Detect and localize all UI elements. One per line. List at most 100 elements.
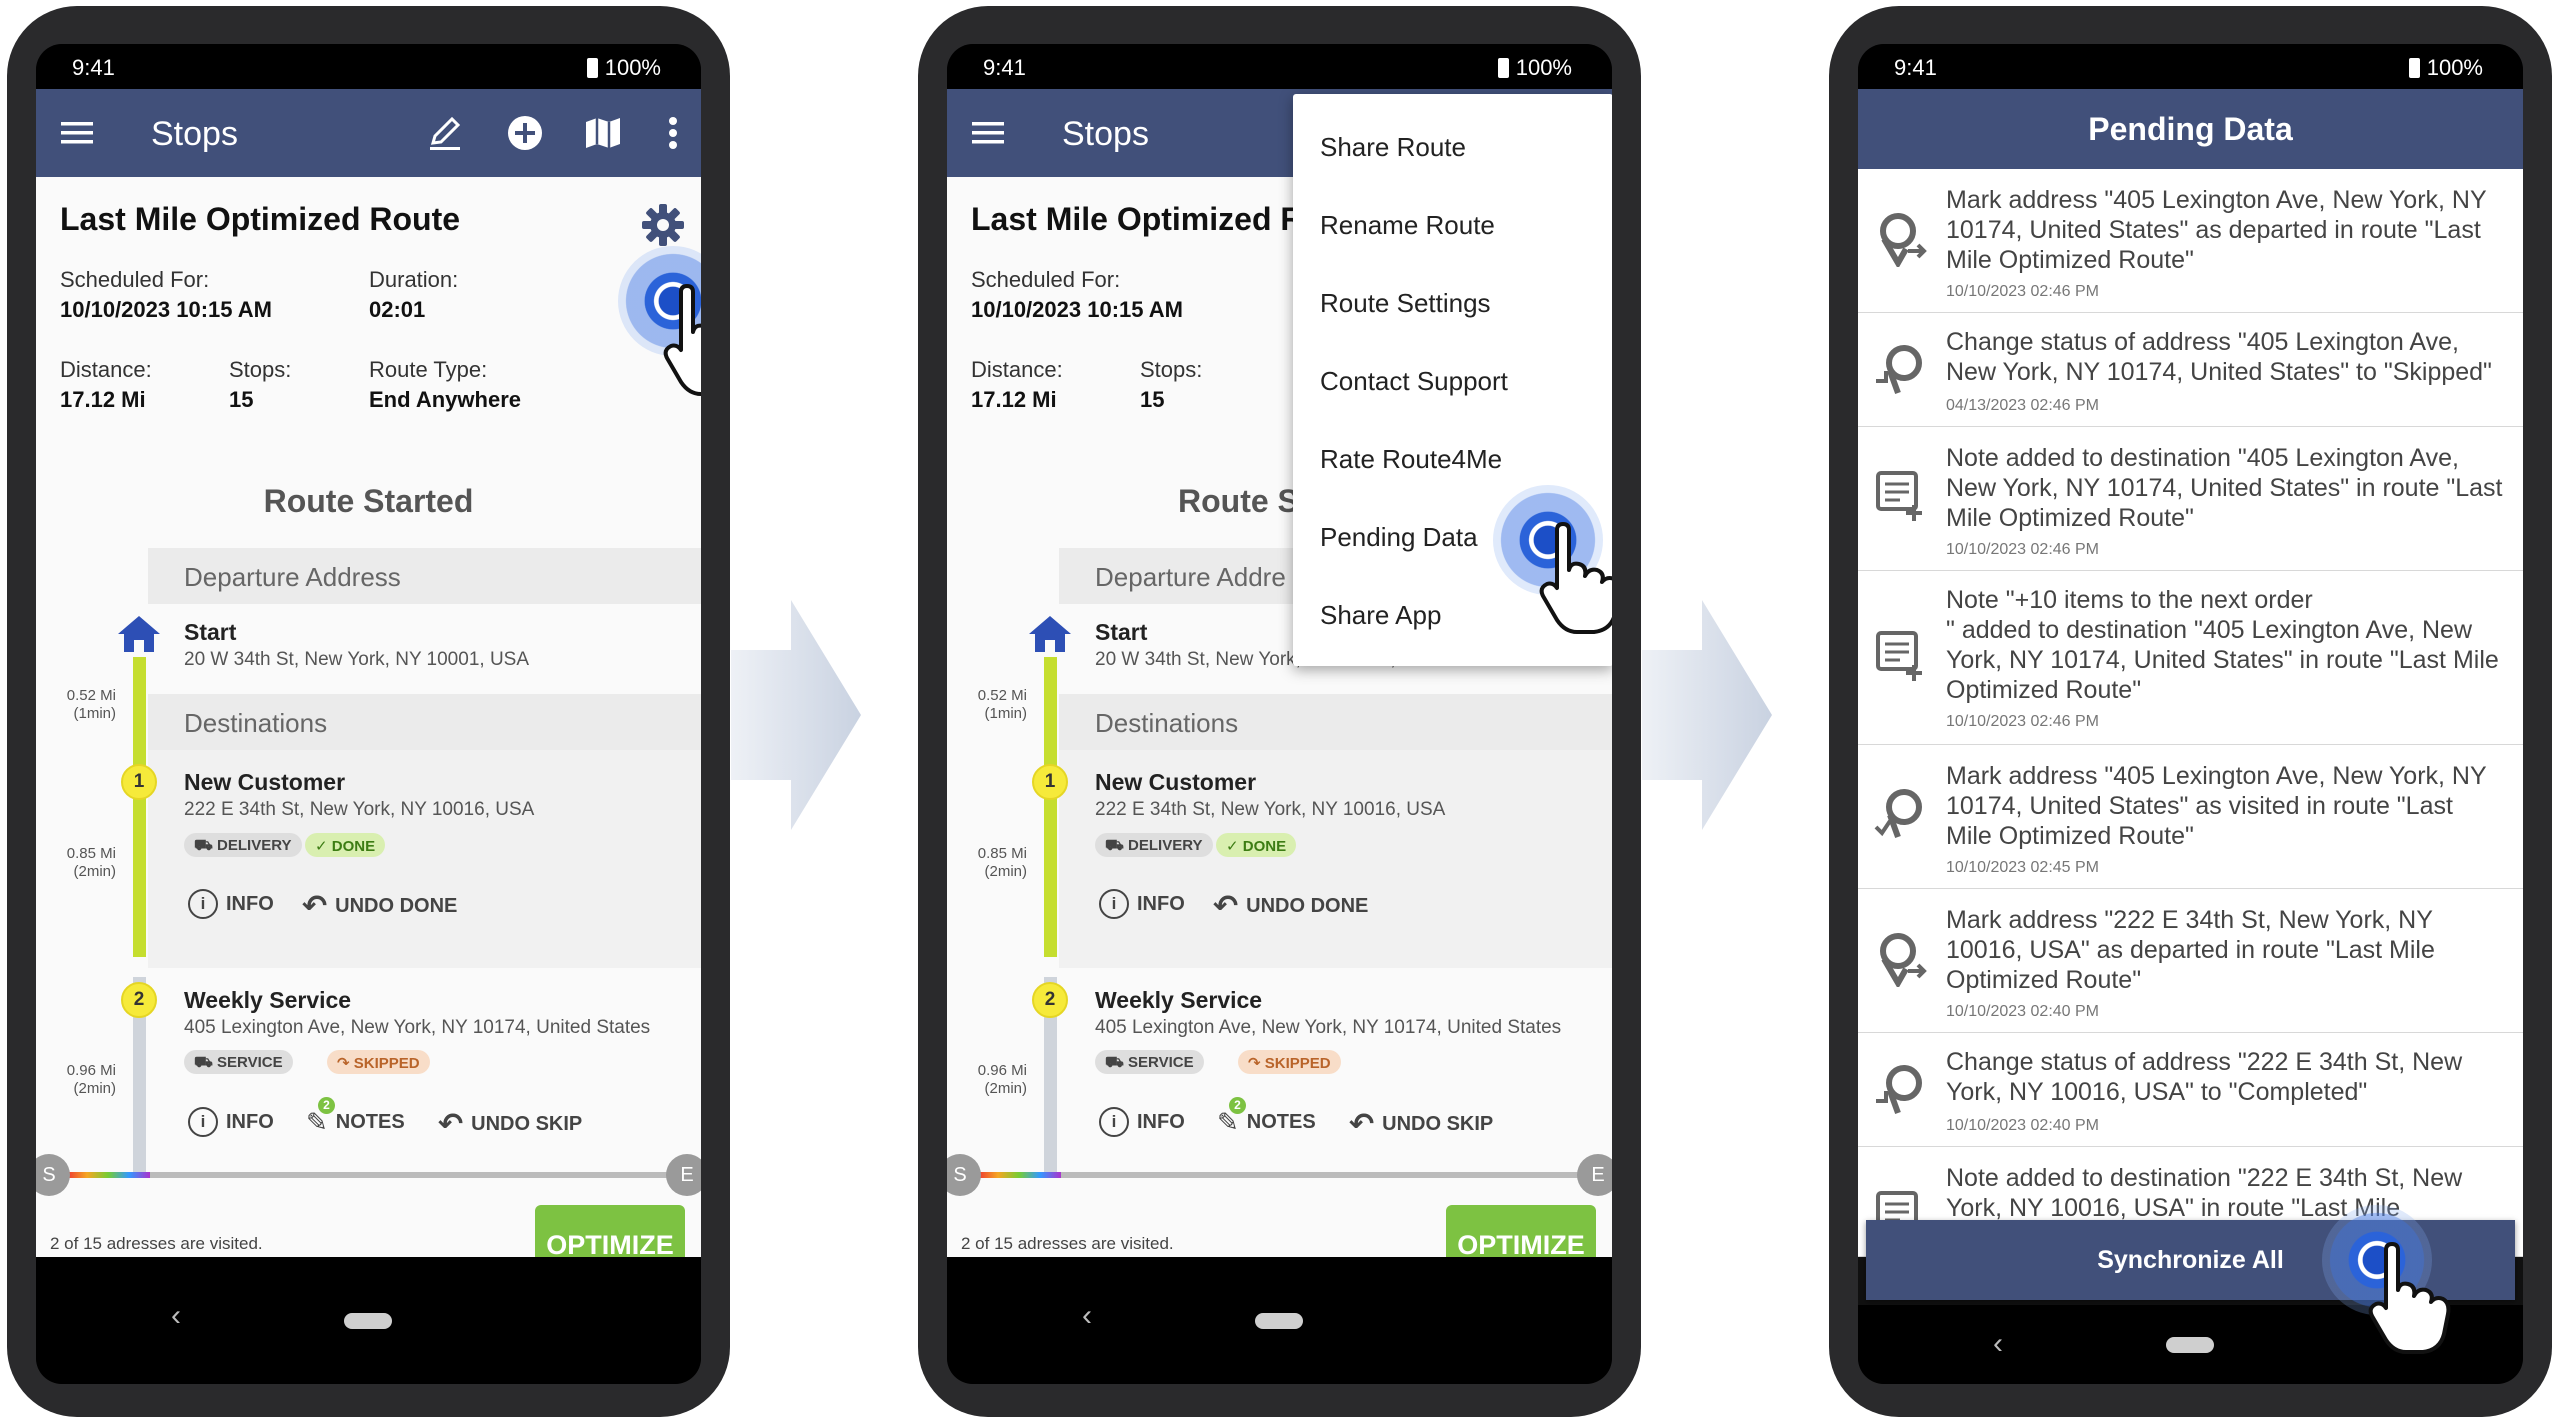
distance-value: 17.12 Mi [60,387,146,412]
menu-icon[interactable] [969,114,1007,152]
info-icon: i [188,889,218,919]
edit-icon[interactable] [426,114,464,152]
phone-2: 9:41 100% Stops Last Mile Optimized R Sc… [918,6,1641,1417]
menu-item-route-settings[interactable]: Route Settings [1320,288,1491,319]
service-chip: ⛟ SERVICE [184,1050,293,1074]
info-label: INFO [1137,892,1185,915]
home-button[interactable] [1255,1313,1303,1329]
stop-number: 2 [1032,982,1068,1018]
done-chip: ✓ DONE [305,833,386,857]
stop-name: New Customer [184,769,346,795]
route-started-heading: Route Started [263,483,474,519]
delivery-chip: ⛟ DELIVERY [1095,833,1213,857]
route-type-value: End Anywhere [369,387,521,412]
hand-pointer-icon [2368,1242,2451,1354]
more-icon[interactable] [654,114,692,152]
pending-date: 10/10/2023 02:45 PM [1946,859,2100,876]
back-icon[interactable]: ‹ [1993,1327,2003,1361]
stop-number: 1 [1032,764,1068,800]
undo-label: UNDO SKIP [1382,1113,1494,1135]
info-button[interactable]: i INFO [1099,889,1185,919]
app-title: Stops [1062,115,1149,153]
battery-level: 100% [1515,55,1572,80]
notes-badge: 2 [318,1097,335,1114]
home-button[interactable] [344,1313,392,1329]
distance-label: Distance: [971,357,1063,382]
leg-dist: 0.96 Mi [977,1062,1027,1079]
route-content: Last Mile Optimized Route Scheduled For:… [36,177,701,1257]
add-icon[interactable] [506,114,544,152]
system-nav-bar: ‹ [947,1257,1612,1384]
back-icon[interactable]: ‹ [171,1299,181,1333]
undo-done-button[interactable]: ↶ UNDO DONE [302,889,457,924]
slider-start[interactable]: S [947,1154,981,1196]
menu-icon[interactable] [58,114,96,152]
status-time: 9:41 [1894,55,1937,80]
list-item[interactable]: Note "+10 items to the next order " adde… [1858,571,2523,745]
home-button[interactable] [2166,1337,2214,1353]
leg-dist: 0.52 Mi [977,687,1027,704]
done-chip: ✓ DONE [1216,833,1297,857]
menu-item-share-route[interactable]: Share Route [1320,132,1466,163]
gear-icon[interactable] [641,203,685,252]
info-button[interactable]: i INFO [1099,1107,1185,1137]
leg-dist: 0.52 Mi [66,687,116,704]
leg-distance-2: 0.85 Mi (2min) [36,845,116,881]
undo-skip-button[interactable]: ↶ UNDO SKIP [1349,1107,1493,1142]
battery-icon [2408,58,2420,78]
list-item[interactable]: Change status of address "222 E 34th St,… [1858,1033,2523,1147]
undo-icon: ↶ [1213,890,1239,923]
list-item[interactable]: Change status of address "405 Lexington … [1858,313,2523,427]
info-button[interactable]: i INFO [188,1107,274,1137]
optimize-button[interactable]: OPTIMIZE [1446,1205,1596,1257]
info-label: INFO [1137,1110,1185,1133]
tutorial-graphic: 9:41 100% Stops Last Mile Optimized Rout… [0,0,2560,1423]
status-bar: 9:41 100% [36,44,701,89]
chip-label: SERVICE [217,1054,283,1071]
departure-header: Departure Address [148,548,701,604]
list-item[interactable]: Mark address "405 Lexington Ave, New Yor… [1858,745,2523,889]
undo-icon: ↶ [302,890,328,923]
stops-label: Stops: [1140,357,1203,382]
menu-item-rate-app[interactable]: Rate Route4Me [1320,444,1502,475]
menu-item-pending-data[interactable]: Pending Data [1320,522,1478,553]
stop-address: 222 E 34th St, New York, NY 10016, USA [184,799,535,820]
scheduled-value: 10/10/2023 10:15 AM [60,297,272,322]
slider-start[interactable]: S [36,1154,70,1196]
delivery-chip: ⛟ DELIVERY [184,833,302,857]
undo-label: UNDO SKIP [471,1113,583,1135]
map-icon[interactable] [584,114,622,152]
phone-3: 9:41 100% Pending Data Mark address "405… [1829,6,2552,1417]
slider-progress [66,1172,150,1178]
notes-button[interactable]: ✎ 2 NOTES [1217,1097,1316,1138]
notes-button[interactable]: ✎ 2 NOTES [306,1097,405,1138]
list-item[interactable]: Mark address "405 Lexington Ave, New Yor… [1858,169,2523,313]
info-icon: i [1099,889,1129,919]
stop-number: 2 [121,982,157,1018]
slider-end[interactable]: E [1577,1154,1612,1196]
pending-text: Mark address "405 Lexington Ave, New Yor… [1946,762,2487,850]
menu-item-contact-support[interactable]: Contact Support [1320,366,1508,397]
chip-label: DELIVERY [1128,837,1203,854]
info-button[interactable]: i INFO [188,889,274,919]
route-title: Last Mile Optimized R [971,201,1304,237]
leg-time: (2min) [984,1080,1027,1097]
skipped-chip: ↷ SKIPPED [327,1050,430,1074]
visited-count: 2 of 15 adresses are visited. [50,1234,263,1253]
back-icon[interactable]: ‹ [1082,1299,1092,1333]
menu-item-share-app[interactable]: Share App [1320,600,1441,631]
undo-done-button[interactable]: ↶ UNDO DONE [1213,889,1368,924]
pending-text: Mark address "405 Lexington Ave, New Yor… [1946,186,2487,274]
stop-number: 1 [121,764,157,800]
start-name: Start [184,619,237,645]
undo-skip-button[interactable]: ↶ UNDO SKIP [438,1107,582,1142]
menu-item-rename-route[interactable]: Rename Route [1320,210,1495,241]
list-item[interactable]: Mark address "222 E 34th St, New York, N… [1858,889,2523,1033]
route-progress-line [133,657,146,957]
optimize-button[interactable]: OPTIMIZE [535,1205,685,1257]
list-item[interactable]: Note added to destination "405 Lexington… [1858,427,2523,571]
status-bar: 9:41 100% [1858,44,2523,89]
chip-label: DONE [331,838,376,855]
slider-end[interactable]: E [666,1154,701,1196]
visited-pin-icon [1874,789,1922,839]
